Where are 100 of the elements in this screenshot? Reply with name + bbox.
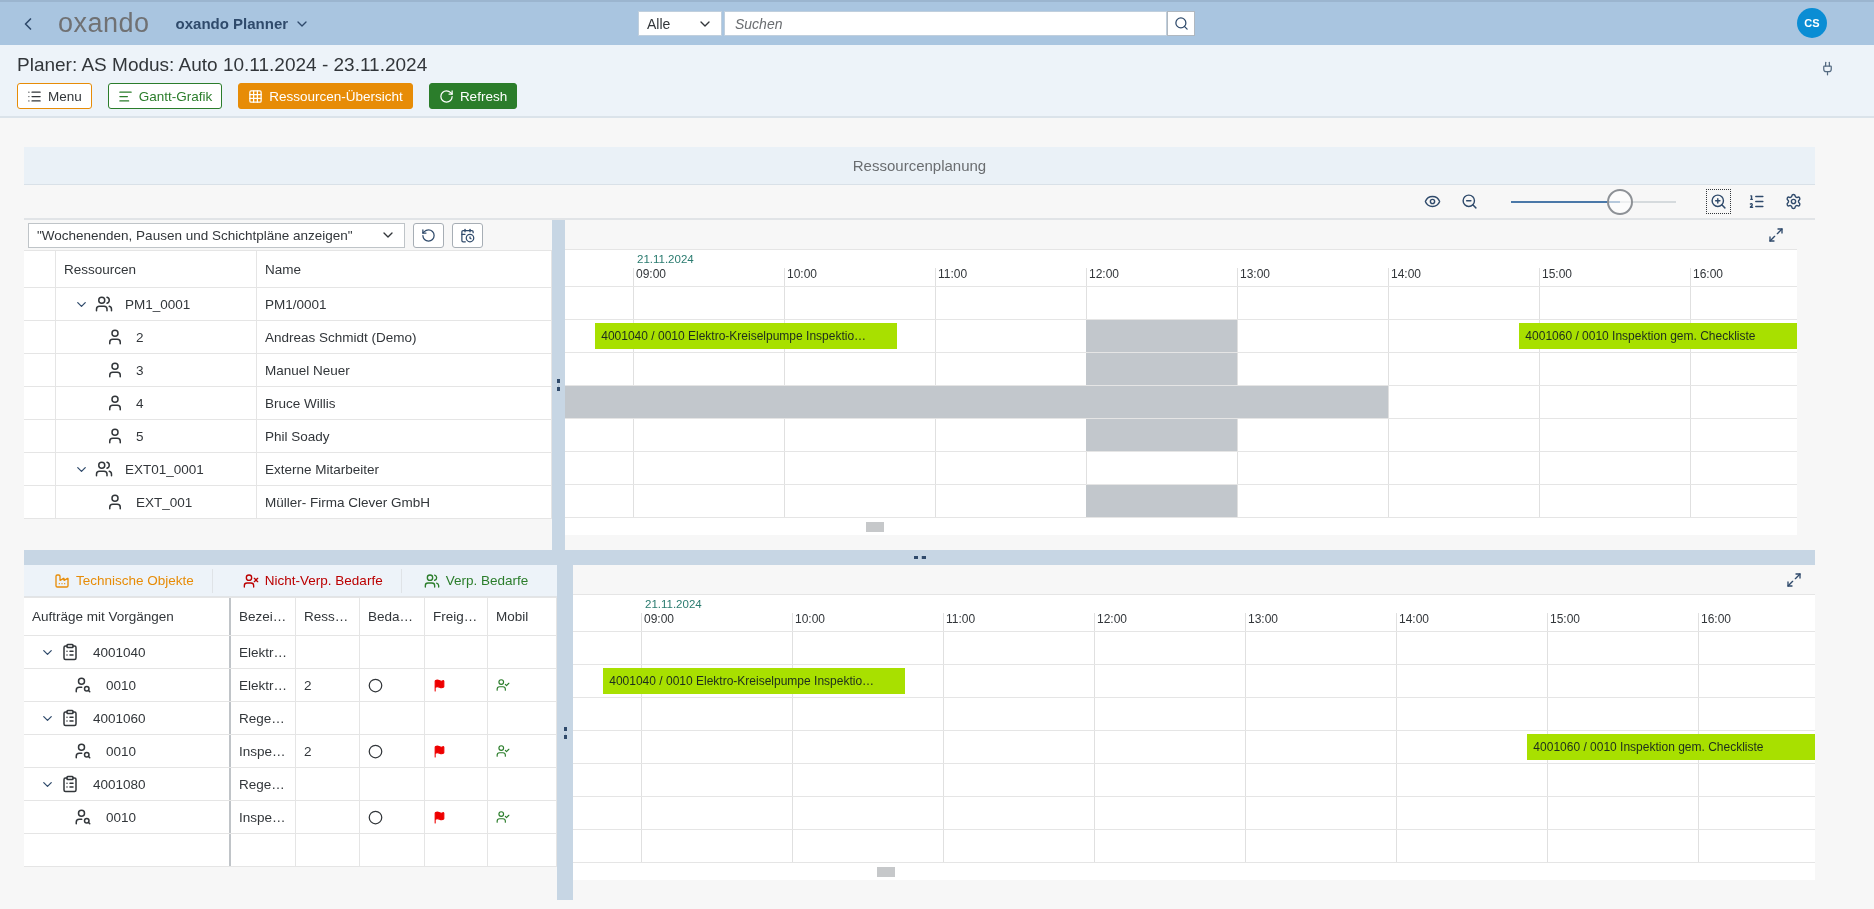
user-avatar[interactable]: CS — [1797, 8, 1827, 38]
designation: Elektr… — [239, 677, 287, 693]
resource-id: 2 — [136, 329, 144, 345]
scrollbar-thumb[interactable] — [866, 522, 884, 532]
scrollbar-thumb[interactable] — [877, 867, 895, 877]
bars-icon — [117, 88, 133, 104]
search-icon — [1173, 16, 1189, 31]
logo: oxando — [58, 8, 150, 39]
refresh-button[interactable]: Refresh — [428, 83, 518, 109]
hour-label: 11:00 — [937, 267, 968, 281]
page-title: Planer: AS Modus: Auto 10.11.2024 - 23.11.2024 — [17, 53, 428, 77]
menu-button[interactable]: Menu — [17, 83, 92, 109]
designation: Inspe… — [239, 809, 286, 825]
date-label: 21.11.2024 — [645, 598, 702, 610]
resource-name: Externe Mitarbeiter — [265, 461, 380, 477]
gantt-button[interactable]: Gantt-Grafik — [107, 83, 223, 109]
slider-thumb[interactable] — [1606, 188, 1633, 215]
resource-name: Müller- Firma Clever GmbH — [265, 494, 430, 510]
order-id: 0010 — [106, 743, 137, 759]
column-header[interactable]: Aufträge mit Vorgängen — [24, 598, 231, 635]
designation: Elektr… — [239, 644, 287, 660]
designation: Rege… — [239, 776, 285, 792]
task-bar[interactable]: 4001040 / 0010 Elektro-Kreiselpumpe Inspektio… — [603, 668, 906, 694]
hour-label: 15:00 — [1549, 612, 1581, 626]
designation: Rege… — [239, 710, 285, 726]
user-icon — [106, 328, 124, 346]
hour-label: 12:00 — [1096, 612, 1128, 626]
demand-tab[interactable]: Verp. Bedarfe — [401, 568, 547, 593]
resource-id: EXT01_0001 — [125, 461, 204, 477]
column-header[interactable]: Freig… — [425, 598, 488, 635]
users-icon — [95, 460, 113, 478]
user-icon — [106, 361, 124, 379]
demand-tab[interactable]: Nicht-Verp. Bedarfe — [212, 568, 402, 593]
user-icon — [106, 427, 124, 445]
resource-count: 2 — [304, 743, 312, 759]
users-icon — [423, 572, 440, 589]
panel-title: Ressourcenplanung — [24, 147, 1815, 185]
resource-name: PM1/0001 — [265, 296, 327, 312]
hour-label: 09:00 — [643, 612, 675, 626]
resource-id: PM1_0001 — [125, 296, 191, 312]
column-header[interactable]: Ressourcen — [56, 251, 257, 287]
order-id: 0010 — [106, 809, 137, 825]
resource-name: Phil Soady — [265, 428, 330, 444]
column-header[interactable]: Ress… — [296, 598, 360, 635]
resource-name: Manuel Neuer — [265, 362, 350, 378]
hour-label: 16:00 — [1700, 612, 1732, 626]
task-bar[interactable]: 4001040 / 0010 Elektro-Kreiselpumpe Inspektio… — [595, 323, 898, 349]
calendar-clock-icon — [460, 227, 475, 243]
resource-name: Andreas Schmidt (Demo) — [265, 329, 417, 345]
search-field[interactable]: Suchen — [724, 11, 1167, 36]
user-cross-icon — [242, 572, 259, 589]
clipboard-icon — [61, 709, 79, 727]
resource-id: 5 — [136, 428, 144, 444]
splitter-grip[interactable] — [913, 556, 926, 559]
resource-name: Bruce Willis — [265, 395, 336, 411]
user-icon — [106, 493, 124, 511]
designation: Inspe… — [239, 743, 286, 759]
hour-label: 14:00 — [1398, 612, 1430, 626]
user-icon — [106, 394, 124, 412]
hour-label: 14:00 — [1390, 267, 1422, 281]
order-id: 4001080 — [93, 776, 146, 792]
hour-label: 12:00 — [1088, 267, 1120, 281]
task-bar[interactable]: 4001060 / 0010 Inspektion gem. Checkliste — [1527, 734, 1815, 760]
date-label: 21.11.2024 — [637, 253, 694, 265]
zoom-in-icon[interactable] — [1706, 189, 1731, 214]
user-search-icon — [74, 742, 92, 760]
app-title-menu[interactable]: oxando Planner — [171, 11, 315, 36]
grid-icon — [248, 88, 264, 104]
hour-label: 11:00 — [945, 612, 976, 626]
order-id: 4001040 — [93, 644, 146, 660]
search-scope-select[interactable]: Alle — [638, 11, 722, 36]
hour-label: 10:00 — [794, 612, 826, 626]
hour-label: 13:00 — [1239, 267, 1271, 281]
clipboard-icon — [61, 643, 79, 661]
users-icon — [95, 295, 113, 313]
filter-dropdown[interactable]: "Wochenenden, Pausen und Schichtpläne anzeigen" — [28, 222, 405, 248]
resource-id: EXT_001 — [136, 494, 193, 510]
calendar-clock-button[interactable] — [452, 222, 483, 248]
list-icon — [27, 88, 42, 104]
user-search-icon — [74, 808, 92, 826]
hour-label: 16:00 — [1692, 267, 1724, 281]
resource-id: 3 — [136, 362, 144, 378]
hour-label: 13:00 — [1247, 612, 1279, 626]
user-search-icon — [74, 676, 92, 694]
column-header[interactable]: Beda… — [360, 598, 425, 635]
hour-label: 10:00 — [786, 267, 818, 281]
splitter-grip[interactable] — [563, 726, 567, 739]
factory-icon — [54, 572, 70, 589]
clipboard-icon — [61, 775, 79, 793]
order-id: 4001060 — [93, 710, 146, 726]
hour-label: 09:00 — [635, 267, 667, 281]
refresh-icon — [438, 88, 454, 104]
hour-label: 15:00 — [1541, 267, 1573, 281]
column-header[interactable]: Bezei… — [231, 598, 296, 635]
refresh-icon — [421, 227, 436, 243]
order-id: 0010 — [106, 677, 137, 693]
search-button[interactable] — [1167, 11, 1195, 36]
resource-id: 4 — [136, 395, 144, 411]
splitter-grip[interactable] — [557, 379, 560, 391]
task-bar[interactable]: 4001060 / 0010 Inspektion gem. Checkliste — [1519, 323, 1797, 349]
